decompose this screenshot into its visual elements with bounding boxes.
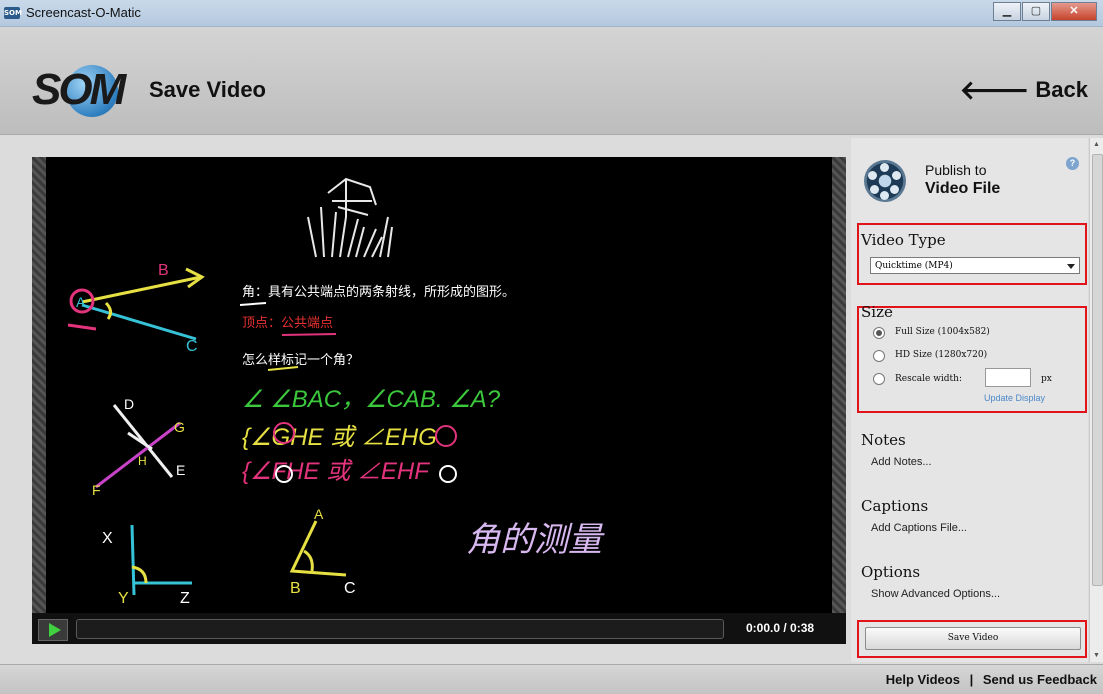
publish-title-line1: Publish to — [925, 162, 987, 178]
board-line-7: 角的测量 — [466, 520, 605, 560]
label-a-1: A — [76, 294, 86, 310]
axes-drawing — [130, 524, 192, 596]
window-titlebar: SOM Screencast-O-Matic ▁ ▢ ✕ — [0, 0, 1103, 27]
film-reel-icon — [864, 160, 906, 202]
full-size-label: Full Size (1004x582) — [895, 327, 990, 337]
label-e: E — [176, 462, 185, 478]
board-line-3: 怎么样标记一个角？ — [242, 353, 359, 368]
rescale-radio[interactable] — [873, 373, 885, 385]
logo-text: SOM — [32, 65, 126, 114]
options-title: Options — [861, 563, 921, 581]
video-player: B A C 角：具有公共端点的两条射线，所形成的图形。 顶点：公共端点 怎么样标… — [32, 157, 846, 644]
label-z: Z — [180, 590, 190, 607]
underline-1 — [239, 302, 267, 306]
hd-size-radio[interactable] — [873, 350, 885, 362]
board-line-5: {∠GHE 或 ∠EHG — [242, 424, 437, 451]
maximize-button[interactable]: ▢ — [1022, 2, 1050, 21]
captions-title: Captions — [861, 497, 929, 515]
label-b-1: B — [158, 262, 169, 279]
help-icon[interactable]: ? — [1066, 157, 1079, 170]
board-line-2: 顶点：公共端点 — [242, 316, 333, 331]
app-header: SOM Save Video 🡐 Back — [0, 27, 1103, 135]
scroll-up-icon[interactable]: ▲ — [1093, 141, 1100, 148]
label-y: Y — [118, 590, 129, 607]
add-captions-link[interactable]: Add Captions File... — [871, 522, 967, 534]
chevron-down-icon — [1067, 264, 1075, 269]
label-x: X — [102, 530, 113, 547]
window-title: Screencast-O-Matic — [26, 5, 141, 20]
notes-title: Notes — [861, 431, 906, 449]
rescale-label: Rescale width: — [895, 374, 962, 384]
back-button[interactable]: 🡐 Back — [960, 75, 1088, 106]
player-side-stripe — [832, 157, 846, 613]
video-frame[interactable]: B A C 角：具有公共端点的两条射线，所形成的图形。 顶点：公共端点 怎么样标… — [46, 157, 832, 613]
som-logo: SOM — [32, 57, 128, 117]
publish-title-line2: Video File — [925, 180, 1001, 197]
back-arrow-icon: 🡐 — [959, 75, 1030, 105]
footer-separator: | — [969, 672, 974, 687]
label-b-2: B — [290, 580, 301, 597]
play-button[interactable] — [38, 619, 68, 641]
label-d: D — [124, 396, 134, 412]
board-line-1: 角：具有公共端点的两条射线，所形成的图形。 — [242, 284, 515, 300]
label-c-1: C — [186, 338, 198, 355]
underline-2 — [281, 333, 337, 336]
seek-bar[interactable] — [76, 619, 724, 639]
time-display: 0:00.0 / 0:38 — [746, 621, 815, 635]
size-title: Size — [861, 303, 893, 321]
show-advanced-options-link[interactable]: Show Advanced Options... — [871, 588, 1000, 600]
full-size-radio[interactable] — [873, 327, 885, 339]
page-title: Save Video — [149, 77, 266, 102]
intersecting-lines-drawing — [95, 404, 181, 489]
grass-doodle-icon — [307, 177, 393, 258]
label-g: G — [174, 419, 185, 435]
label-f: F — [92, 482, 101, 498]
board-line-4: ∠ ∠BAC，∠CAB. ∠A? — [242, 386, 501, 413]
window-controls: ▁ ▢ ✕ — [992, 2, 1097, 21]
send-feedback-link[interactable]: Send us Feedback — [983, 672, 1097, 687]
video-type-value: Quicktime (MP4) — [875, 261, 953, 271]
back-label: Back — [1035, 77, 1088, 102]
app-icon: SOM — [4, 7, 22, 19]
label-a-2: A — [314, 506, 324, 522]
scroll-down-icon[interactable]: ▼ — [1093, 652, 1100, 659]
minimize-button[interactable]: ▁ — [993, 2, 1021, 21]
video-type-select[interactable]: Quicktime (MP4) — [870, 257, 1080, 274]
rescale-width-input[interactable] — [985, 368, 1031, 387]
close-button[interactable]: ✕ — [1051, 2, 1097, 21]
footer-links: Help Videos | Send us Feedback — [886, 672, 1097, 687]
label-c-2: C — [344, 580, 356, 597]
board-line-6: {∠FHE 或 ∠EHF — [242, 458, 430, 485]
label-h: H — [138, 454, 147, 468]
add-notes-link[interactable]: Add Notes... — [871, 456, 932, 468]
video-type-title: Video Type — [861, 231, 946, 249]
blackboard-drawing: B A C 角：具有公共端点的两条射线，所形成的图形。 顶点：公共端点 怎么样标… — [67, 177, 605, 607]
small-angle-drawing — [289, 520, 347, 577]
help-videos-link[interactable]: Help Videos — [886, 672, 960, 687]
hd-size-label: HD Size (1280x720) — [895, 350, 988, 360]
panel-scrollbar[interactable]: ▲ ▼ — [1089, 138, 1103, 662]
angle-bac-drawing — [67, 267, 205, 341]
update-display-link[interactable]: Update Display — [984, 393, 1045, 403]
save-video-button[interactable]: Save Video — [865, 627, 1081, 650]
px-label: px — [1041, 374, 1052, 384]
player-side-stripe — [32, 157, 46, 613]
app-footer: Help Videos | Send us Feedback — [0, 664, 1103, 694]
player-controls: 0:00.0 / 0:38 — [32, 613, 846, 644]
scroll-thumb[interactable] — [1092, 154, 1103, 586]
